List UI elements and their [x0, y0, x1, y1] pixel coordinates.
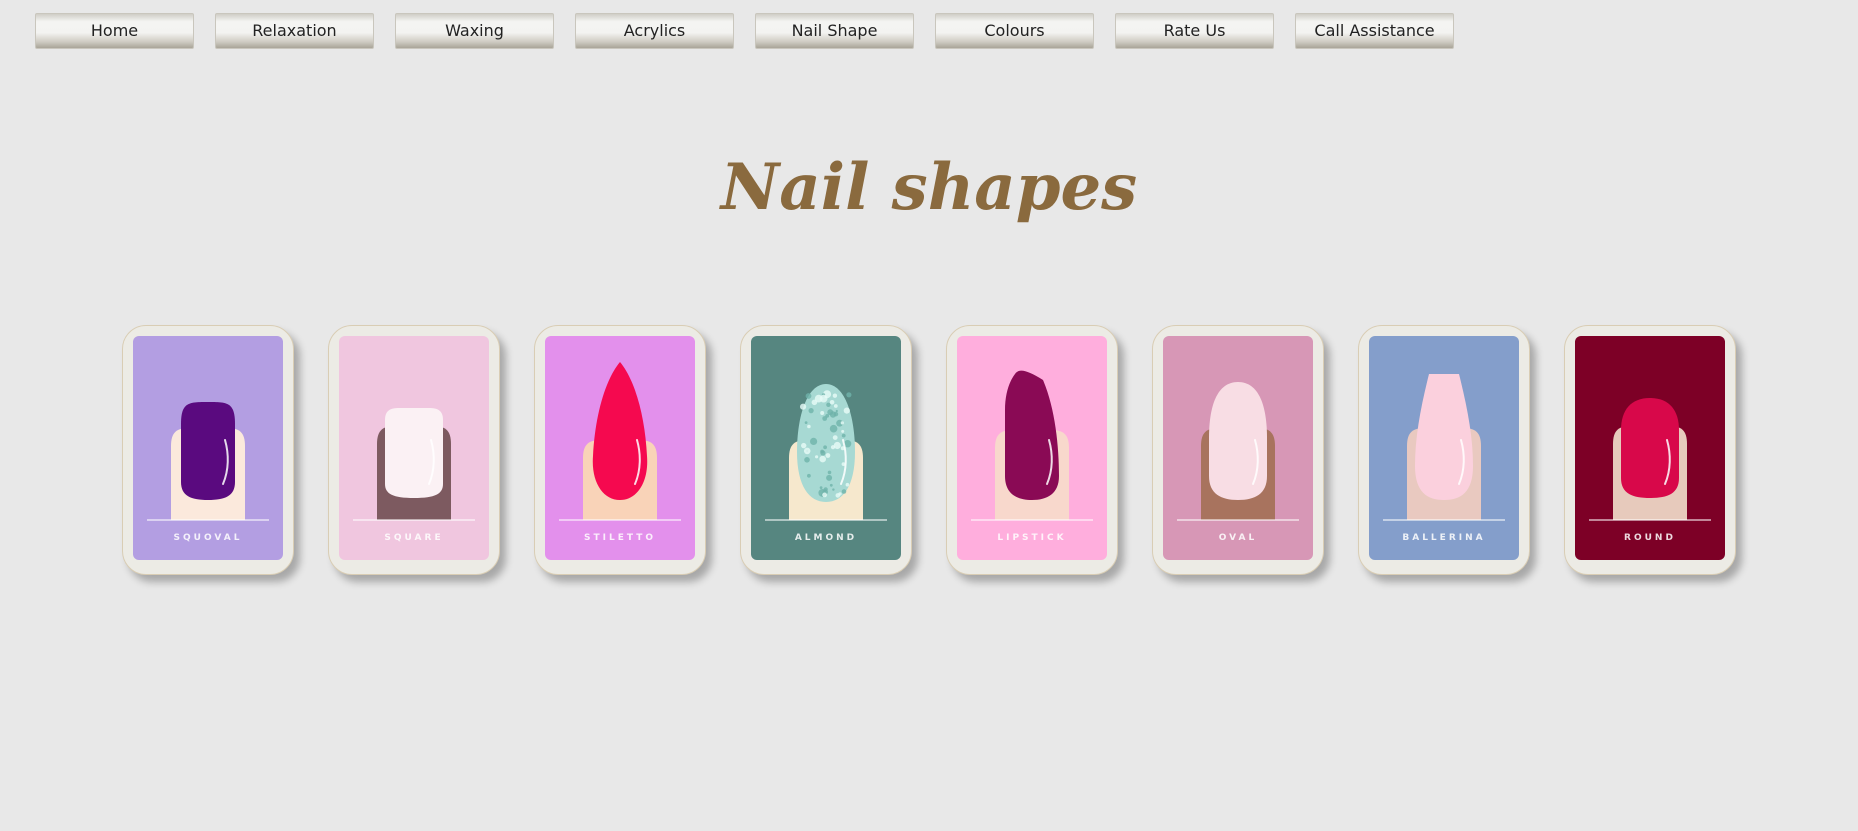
nail-shape-label: ALMOND	[751, 533, 901, 543]
glitter-dot	[823, 445, 827, 449]
nail-shape-image: OVAL	[1163, 336, 1313, 560]
glitter-dot	[812, 400, 818, 406]
nail-shape-label: OVAL	[1163, 533, 1313, 543]
glitter-dot	[841, 430, 844, 433]
nail-shape-label: STILETTO	[545, 533, 695, 543]
nail-shape-image: STILETTO	[545, 336, 695, 560]
nail-shape-image: BALLERINA	[1369, 336, 1519, 560]
nail-shape	[593, 362, 647, 500]
glitter-dot	[805, 421, 808, 424]
glitter-dot	[801, 443, 806, 448]
nav-home-button[interactable]: Home	[35, 13, 194, 49]
square-nail-icon	[339, 336, 489, 560]
main-nav: Home Relaxation Waxing Acrylics Nail Sha…	[35, 13, 1454, 49]
glitter-dot	[826, 475, 832, 481]
nav-waxing-button[interactable]: Waxing	[395, 13, 554, 49]
glitter-dot	[826, 403, 830, 407]
lipstick-nail-icon	[957, 336, 1107, 560]
glitter-dot	[846, 483, 850, 487]
nail-shape-gallery: SQUOVAL SQUARE STILETTO ALMOND LIPSTICK …	[122, 325, 1736, 575]
glitter-dot	[841, 421, 844, 424]
glitter-dot	[827, 409, 833, 415]
nail-shape-image: ROUND	[1575, 336, 1725, 560]
nav-nail-shape-button[interactable]: Nail Shape	[755, 13, 914, 49]
nail-shape-label: SQUOVAL	[133, 533, 283, 543]
nail-shape-card-square[interactable]: SQUARE	[328, 325, 500, 575]
page-title: Nail shapes	[0, 150, 1858, 225]
glitter-dot	[830, 425, 838, 433]
nail-shape-card-ballerina[interactable]: BALLERINA	[1358, 325, 1530, 575]
nav-rate-us-button[interactable]: Rate Us	[1115, 13, 1274, 49]
glitter-dot	[820, 395, 828, 403]
glitter-dot	[846, 392, 851, 397]
glitter-dot	[828, 471, 832, 475]
glitter-dot	[832, 488, 834, 490]
glitter-dot	[834, 404, 838, 408]
nail-shape-card-oval[interactable]: OVAL	[1152, 325, 1324, 575]
nail-shape	[1005, 371, 1059, 500]
glitter-dot	[826, 453, 831, 458]
nail-shape-image: SQUARE	[339, 336, 489, 560]
glitter-dot	[842, 434, 846, 438]
nail-shape-image: LIPSTICK	[957, 336, 1107, 560]
glitter-dot	[809, 408, 814, 413]
nav-acrylics-button[interactable]: Acrylics	[575, 13, 734, 49]
nav-colours-button[interactable]: Colours	[935, 13, 1094, 49]
glitter-dot	[820, 411, 824, 415]
nail-shape-label: BALLERINA	[1369, 533, 1519, 543]
glitter-dot	[831, 445, 835, 449]
nail-shape	[1415, 374, 1473, 500]
glitter-dot	[833, 435, 838, 440]
glitter-dot	[830, 400, 835, 405]
nav-relaxation-button[interactable]: Relaxation	[215, 13, 374, 49]
glitter-dot	[804, 457, 810, 463]
nail-shape-image: ALMOND	[751, 336, 901, 560]
nail-shape-label: SQUARE	[339, 533, 489, 543]
nail-shape	[1209, 382, 1267, 500]
nail-shape	[1621, 398, 1679, 498]
nav-call-assistance-button[interactable]: Call Assistance	[1295, 13, 1454, 49]
glitter-dot	[836, 410, 838, 412]
round-nail-icon	[1575, 336, 1725, 560]
glitter-dot	[819, 456, 826, 463]
oval-nail-icon	[1163, 336, 1313, 560]
glitter-dot	[822, 493, 827, 498]
glitter-dot	[800, 404, 806, 410]
glitter-dot	[834, 412, 839, 417]
nail-shape-card-almond[interactable]: ALMOND	[740, 325, 912, 575]
nail-shape-card-lipstick[interactable]: LIPSTICK	[946, 325, 1118, 575]
glitter-dot	[807, 474, 811, 478]
nail-shape-card-squoval[interactable]: SQUOVAL	[122, 325, 294, 575]
glitter-dot	[844, 408, 850, 414]
ballerina-nail-icon	[1369, 336, 1519, 560]
glitter-dot	[820, 486, 823, 489]
stiletto-nail-icon	[545, 336, 695, 560]
glitter-dot	[804, 448, 811, 455]
almond-nail-icon	[751, 336, 901, 560]
nail-shape-label: LIPSTICK	[957, 533, 1107, 543]
glitter-dot	[830, 484, 833, 487]
glitter-dot	[807, 425, 811, 429]
nail-shape-image: SQUOVAL	[133, 336, 283, 560]
glitter-dot	[842, 489, 847, 494]
glitter-dot	[806, 393, 812, 399]
glitter-dot	[833, 394, 837, 398]
squoval-nail-icon	[133, 336, 283, 560]
nail-shape-card-round[interactable]: ROUND	[1564, 325, 1736, 575]
glitter-dot	[820, 450, 824, 454]
nail-shape-card-stiletto[interactable]: STILETTO	[534, 325, 706, 575]
nail-shape-label: ROUND	[1575, 533, 1725, 543]
glitter-dot	[810, 438, 817, 445]
glitter-dot	[836, 493, 841, 498]
glitter-dot	[815, 455, 818, 458]
